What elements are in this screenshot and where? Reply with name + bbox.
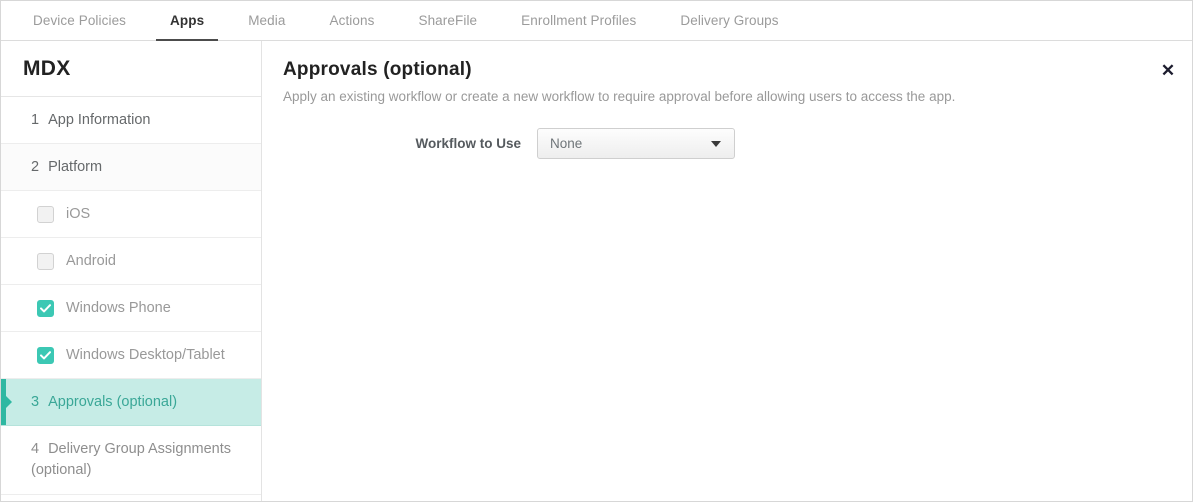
tab-label: ShareFile: [418, 13, 478, 28]
step-number: 3: [31, 394, 40, 410]
sidebar-item-label: Android: [66, 253, 116, 269]
tab-label: Enrollment Profiles: [521, 13, 637, 28]
tab-label: Media: [248, 13, 286, 28]
workflow-to-use-select-value[interactable]: None: [537, 127, 735, 159]
tab-media[interactable]: Media: [226, 1, 307, 40]
step-number: 1: [31, 112, 40, 128]
sidebar-item-label: App Information: [48, 112, 151, 128]
step-number: 2: [31, 159, 40, 175]
checkbox-unchecked-icon[interactable]: [37, 205, 54, 223]
tab-enrollment-profiles[interactable]: Enrollment Profiles: [499, 1, 658, 40]
tab-apps[interactable]: Apps: [148, 1, 226, 41]
checkbox-checked-icon[interactable]: [37, 299, 54, 317]
checkbox-checked-icon[interactable]: [37, 346, 54, 364]
mdx-app-window: Device Policies Apps Media Actions Share…: [0, 0, 1193, 502]
tab-label: Apps: [170, 13, 205, 28]
selected-accent-bar: [1, 379, 12, 425]
sidebar-title: MDX: [1, 41, 261, 97]
tab-label: Device Policies: [33, 13, 127, 28]
step-number: 4: [31, 441, 40, 457]
tab-actions[interactable]: Actions: [307, 1, 396, 40]
tab-delivery-groups[interactable]: Delivery Groups: [658, 1, 800, 40]
page-description: Apply an existing workflow or create a n…: [283, 89, 956, 104]
tab-device-policies[interactable]: Device Policies: [11, 1, 148, 40]
sidebar-item-label: 4 Delivery Group Assignments (optional): [31, 439, 247, 481]
tab-label: Actions: [329, 13, 375, 28]
tab-label: Delivery Groups: [680, 13, 779, 28]
sidebar-item-android[interactable]: Android: [1, 238, 261, 285]
checkbox-unchecked-icon[interactable]: [37, 252, 54, 270]
tab-sharefile[interactable]: ShareFile: [396, 1, 499, 40]
sidebar-item-delivery-group-assignments[interactable]: 4 Delivery Group Assignments (optional): [1, 426, 261, 496]
main-content-panel: Approvals (optional) Apply an existing w…: [263, 41, 1192, 501]
sidebar-item-app-information[interactable]: 1 App Information: [1, 97, 261, 144]
sidebar-item-ios[interactable]: iOS: [1, 191, 261, 238]
sidebar-item-label-text: Delivery Group Assignments (optional): [31, 441, 232, 479]
sidebar-item-label: Approvals (optional): [48, 394, 178, 410]
wizard-sidebar: MDX 1 App Information 2 Platform iOS And…: [1, 41, 262, 501]
sidebar-item-label: Windows Desktop/Tablet: [66, 347, 225, 363]
sidebar-item-platform[interactable]: 2 Platform: [1, 144, 261, 191]
workflow-form-row: Workflow to Use None: [283, 127, 1164, 159]
sidebar-item-windows-phone[interactable]: Windows Phone: [1, 285, 261, 332]
close-icon[interactable]: ✕: [1157, 59, 1179, 81]
sidebar-item-windows-desktop-tablet[interactable]: Windows Desktop/Tablet: [1, 332, 261, 379]
sidebar-item-approvals[interactable]: 3 Approvals (optional): [1, 379, 261, 426]
sidebar-item-label: Platform: [48, 159, 103, 175]
sidebar-item-label: iOS: [66, 206, 91, 222]
main-tab-bar: Device Policies Apps Media Actions Share…: [1, 1, 1192, 41]
workflow-to-use-select[interactable]: None: [537, 127, 735, 159]
sidebar-item-label: Windows Phone: [66, 300, 171, 316]
page-title: Approvals (optional): [283, 59, 472, 80]
workflow-to-use-label: Workflow to Use: [415, 135, 521, 151]
